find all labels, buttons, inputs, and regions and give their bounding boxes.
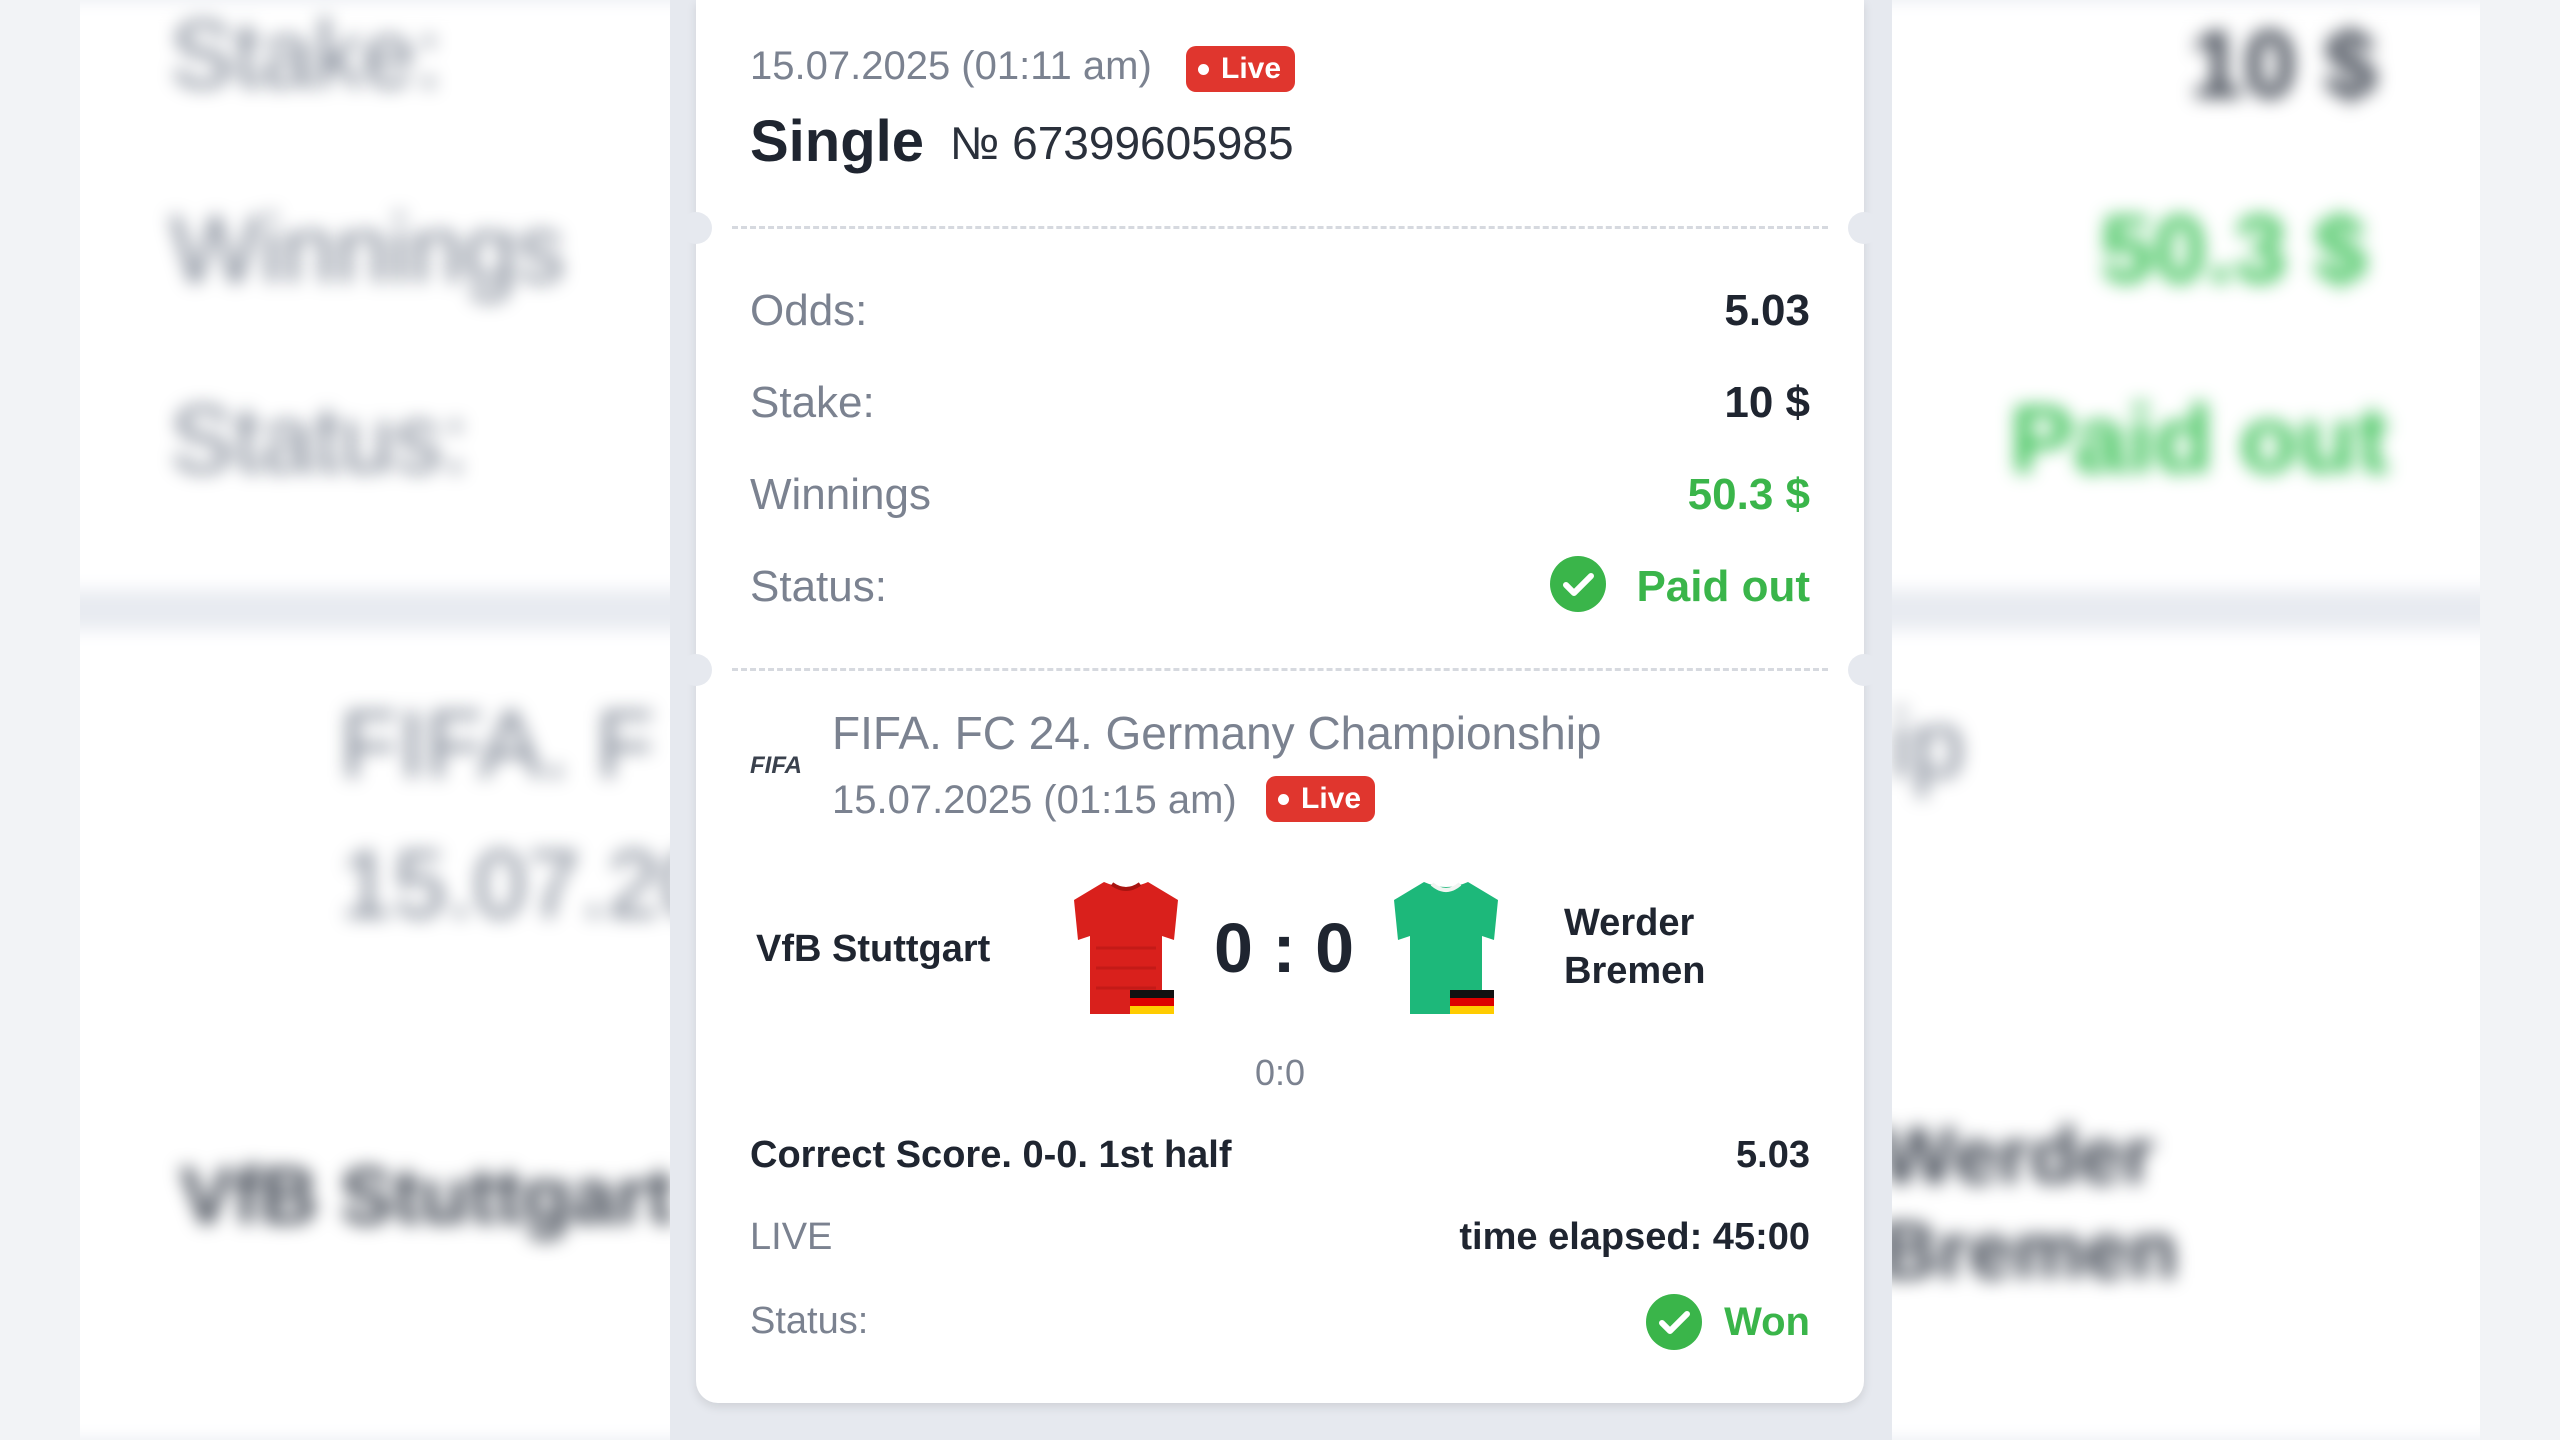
bg-stake-value: 10 $ [2190, 11, 2377, 118]
right-edge [2480, 0, 2560, 1440]
live-label: LIVE [750, 1216, 833, 1258]
bg-winnings-label: Winnings [170, 196, 565, 303]
bet-type: Single [750, 109, 925, 174]
check-circle-icon [1646, 1294, 1702, 1350]
event-live-text: Live [1301, 782, 1362, 815]
divider [732, 226, 1828, 229]
bg-home-team: VfB Stuttgart [180, 1151, 674, 1240]
stake-label: Stake: [750, 378, 875, 427]
left-edge [0, 0, 80, 1440]
stake-value: 10 $ [1724, 378, 1810, 427]
winnings-value: 50.3 $ [1687, 470, 1810, 519]
ticket-live-text: Live [1221, 52, 1282, 85]
winnings-label: Winnings [750, 470, 931, 519]
bg-status-label: Status: [170, 386, 469, 493]
ticket-notch-right [1848, 212, 1880, 244]
away-shirt-icon [1386, 878, 1506, 1018]
bg-status-value: Paid out [2010, 386, 2389, 493]
score: 0 : 0 [1214, 909, 1355, 987]
away-team-name-line1: Werder [1564, 902, 1695, 944]
bg-winnings-value: 50.3 $ [2100, 196, 2367, 303]
divider [732, 668, 1828, 671]
live-dot-icon [1278, 793, 1289, 805]
away-team-name-line2: Bremen [1564, 950, 1706, 992]
odds-label: Odds: [750, 286, 868, 335]
check-circle-icon [1550, 556, 1606, 612]
time-elapsed: time elapsed: 45:00 [1459, 1216, 1810, 1258]
odds-value: 5.03 [1724, 286, 1810, 335]
home-team-name: VfB Stuttgart [756, 928, 991, 970]
ticket-notch-right-2 [1848, 654, 1880, 686]
fifa-logo: FIFA [750, 752, 802, 779]
status-value: Paid out [1636, 562, 1810, 611]
ticket-notch-left-2 [680, 654, 712, 686]
germany-flag-icon [1450, 990, 1494, 1014]
bg-away-team-2: Bremen [1880, 1206, 2178, 1295]
ticket-datetime: 15.07.2025 (01:11 am) [750, 44, 1152, 88]
bg-away-team-1: Werder [1880, 1111, 2155, 1200]
league-name[interactable]: FIFA. FC 24. Germany Championship [832, 706, 1602, 760]
ticket-live-badge: Live [1186, 46, 1296, 92]
germany-flag-icon [1130, 990, 1174, 1014]
bet-ticket-card[interactable]: 15.07.2025 (01:11 am) Live Single № 6739… [680, 0, 1880, 1403]
ticket-notch-left [680, 212, 712, 244]
event-live-badge: Live [1266, 776, 1376, 822]
event-datetime: 15.07.2025 (01:15 am) [832, 778, 1237, 822]
bet-number: № 67399605985 [950, 117, 1294, 169]
bet-market: Correct Score. 0-0. 1st half [750, 1134, 1232, 1176]
event-status-label: Status: [750, 1300, 869, 1342]
sub-score: 0:0 [1254, 1052, 1306, 1093]
status-label: Status: [750, 562, 887, 611]
event-status-value: Won [1724, 1300, 1810, 1344]
bet-odds: 5.03 [1736, 1134, 1810, 1176]
home-shirt-icon [1066, 878, 1186, 1018]
live-dot-icon [1198, 63, 1209, 75]
bg-stake-label: Stake: [170, 1, 443, 108]
